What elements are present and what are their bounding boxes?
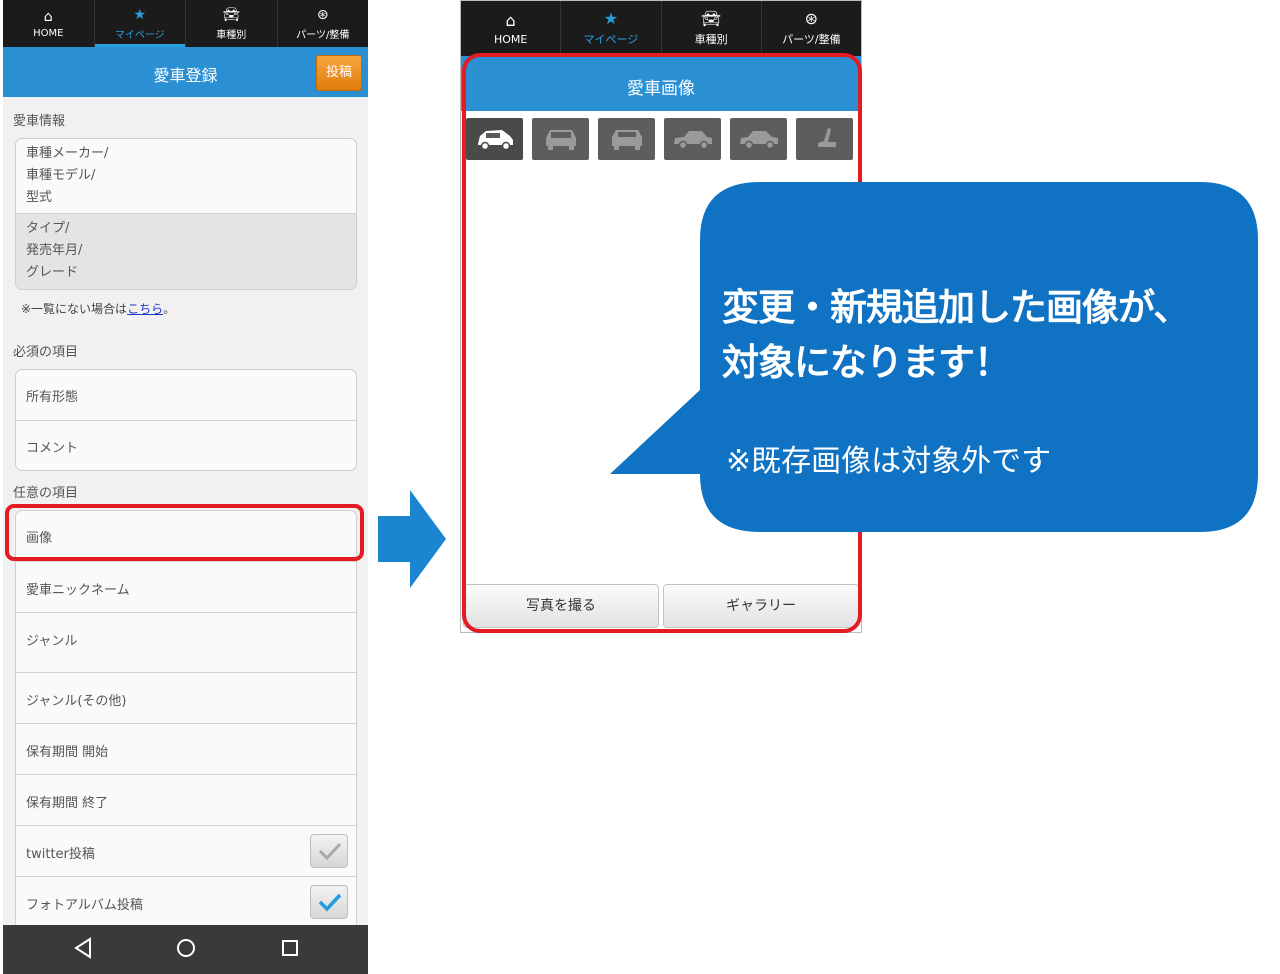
genre-other-label: ジャンル(その他) [26,694,127,709]
car-grade-row[interactable]: タイプ/ 発売年月/ グレード [16,213,356,289]
genre-label: ジャンル [26,634,78,649]
nav-mypage-label: マイページ [583,33,639,46]
car-model-line-3: 型式 [26,190,53,205]
star-icon: ★ [603,9,619,28]
ownership-start-label: 保有期間 開始 [26,745,109,760]
car-grade-line-3: グレード [26,265,79,280]
ownership-end-row[interactable]: 保有期間 終了 [16,774,356,825]
post-button[interactable]: 投稿 [316,55,362,91]
title-bar: 愛車登録 投稿 [3,47,368,97]
here-link[interactable]: こちら [127,302,163,316]
nav-cartype[interactable]: 🚘︎ 車種別 [186,0,278,47]
not-listed-note: ※一覧にない場合はこちら。 [21,300,175,317]
comment-row[interactable]: コメント [16,420,356,470]
top-nav-bar: ⌂ HOME ★ マイページ 🚘︎ 車種別 ⊛ パーツ/整備 [3,0,368,47]
nav-parts-label: パーツ/整備 [782,33,841,46]
genre-row[interactable]: ジャンル [16,612,356,672]
page-title: 愛車登録 [153,66,218,85]
ownership-start-row[interactable]: 保有期間 開始 [16,723,356,774]
car-model-row[interactable]: 車種メーカー/ 車種モデル/ 型式 [16,139,356,213]
genre-other-row[interactable]: ジャンル(その他) [16,672,356,723]
twitter-post-label: twitter投稿 [26,847,95,862]
nav-parts[interactable]: ⊛ パーツ/整備 [278,0,369,47]
back-icon[interactable] [73,937,93,959]
optional-label: 任意の項目 [13,486,79,501]
left-phone-screen: ⌂ HOME ★ マイページ 🚘︎ 車種別 ⊛ パーツ/整備 愛車登録 投稿 愛… [3,0,368,974]
nav-parts-label: パーツ/整備 [296,29,350,41]
android-nav-bar [3,925,368,974]
callout-sub-text: ※既存画像は対象外です [726,444,1052,479]
nav-cartype-label: 車種別 [694,33,728,46]
nav-home-label: HOME [33,27,64,39]
nav-mypage-label: マイページ [114,29,165,41]
ownership-label: 所有形態 [26,390,79,405]
car-grade-line-2: 発売年月/ [26,243,83,258]
home-circle-icon[interactable] [175,937,197,959]
home-icon: ⌂ [505,10,516,30]
nickname-row[interactable]: 愛車ニックネーム [16,561,356,612]
nickname-label: 愛車ニックネーム [26,583,130,598]
photo-album-row: フォトアルバム投稿 [16,876,356,931]
ownership-end-label: 保有期間 終了 [26,796,109,811]
nav-home[interactable]: ⌂ HOME [461,1,562,56]
check-icon [318,893,342,912]
car-info-card: 車種メーカー/ 車種モデル/ 型式 タイプ/ 発売年月/ グレード [15,138,357,290]
nav-mypage[interactable]: ★ マイページ [561,1,662,56]
nav-parts[interactable]: ⊛ パーツ/整備 [762,1,861,56]
recent-apps-icon[interactable] [280,937,300,959]
car-model-line-2: 車種モデル/ [26,168,96,183]
ownership-row[interactable]: 所有形態 [16,370,356,420]
required-card: 所有形態 コメント [15,369,357,471]
note-prefix: ※一覧にない場合は [21,302,128,316]
car-model-line-1: 車種メーカー/ [26,146,109,161]
nav-home[interactable]: ⌂ HOME [3,0,95,47]
photo-album-label: フォトアルバム投稿 [26,898,143,913]
car-grade-line-1: タイプ/ [26,221,70,236]
car-info-label: 愛車情報 [13,114,66,129]
photo-album-checkbox[interactable] [310,885,348,919]
wheel-icon: ⊛ [316,6,329,23]
callout-line-2: 対象になります！ [722,341,1011,384]
image-row-highlight [5,504,364,561]
nav-cartype-label: 車種別 [216,29,247,41]
star-icon: ★ [133,6,147,23]
nav-mypage[interactable]: ★ マイページ [94,0,186,47]
nav-home-label: HOME [493,32,528,46]
nav-cartype[interactable]: 🚘︎ 車種別 [662,1,762,56]
required-label: 必須の項目 [13,345,79,360]
twitter-post-checkbox[interactable] [310,834,348,868]
check-icon [318,842,342,861]
callout-main-text: 変更・新規追加した画像が、 対象になります！ [722,280,1190,390]
optional-card: 画像 愛車ニックネーム ジャンル ジャンル(その他) 保有期間 開始 保有期間 … [15,510,357,932]
right-arrow-icon [378,490,446,588]
top-nav-bar-2: ⌂ HOME ★ マイページ 🚘︎ 車種別 ⊛ パーツ/整備 [461,1,861,56]
car-icon: 🚘︎ [222,6,241,23]
note-suffix: 。 [163,302,176,316]
home-icon: ⌂ [43,8,53,25]
twitter-post-row: twitter投稿 [16,825,356,876]
wheel-icon: ⊛ [804,9,819,28]
car-icon: 🚘︎ [700,9,722,28]
callout-line-1: 変更・新規追加した画像が、 [722,286,1190,329]
comment-label: コメント [26,441,79,456]
